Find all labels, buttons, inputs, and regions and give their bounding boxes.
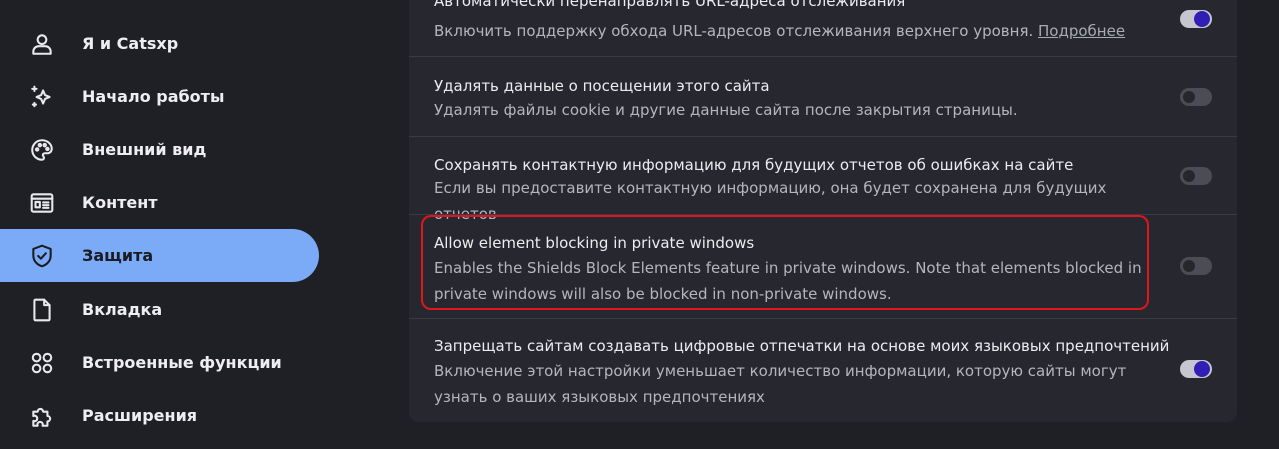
sidebar-item-label: Расширения <box>82 406 198 425</box>
shield-check-icon <box>29 243 55 269</box>
toggle-knob <box>1194 11 1210 27</box>
page-icon <box>29 297 55 323</box>
toggle-knob <box>1183 170 1195 182</box>
save-contact-info-toggle[interactable] <box>1180 167 1212 185</box>
learn-more-link[interactable]: Подробнее <box>1038 22 1125 40</box>
setting-description: Включение этой настройки уменьшает колич… <box>434 362 1127 406</box>
sidebar-item-label: Вкладка <box>82 300 163 319</box>
sidebar-item-security[interactable]: Защита <box>0 229 319 282</box>
sidebar-item-label: Защита <box>82 246 154 265</box>
sparkle-star-icon <box>29 84 55 110</box>
sidebar-item-tab[interactable]: Вкладка <box>0 283 319 336</box>
sidebar-item-builtin-features[interactable]: Встроенные функции <box>0 336 319 389</box>
sidebar-item-getting-started[interactable]: Начало работы <box>0 70 319 123</box>
redirect-tracking-toggle[interactable] <box>1180 10 1212 28</box>
palette-icon <box>29 137 55 163</box>
delete-site-data-toggle[interactable] <box>1180 88 1212 106</box>
toggle-knob <box>1183 91 1195 103</box>
sidebar-item-extensions[interactable]: Расширения <box>0 389 319 442</box>
sidebar-item-content[interactable]: Контент <box>0 176 319 229</box>
sidebar-item-appearance[interactable]: Внешний вид <box>0 123 319 176</box>
sidebar-item-label: Внешний вид <box>82 140 207 159</box>
article-icon <box>29 190 55 216</box>
setting-row-redirect-tracking: Автоматически перенаправлять URL-адреса … <box>409 0 1237 56</box>
sidebar: Я и Catsxp Начало работы Внешний вид Кон… <box>0 0 340 449</box>
sidebar-item-label: Контент <box>82 193 158 212</box>
sidebar-item-label: Начало работы <box>82 87 225 106</box>
setting-title: Удалять данные о посещении этого сайта <box>434 77 770 95</box>
setting-row-save-contact-info: Сохранять контактную информацию для буду… <box>409 137 1237 223</box>
setting-row-delete-site-data: Удалять данные о посещении этого сайта У… <box>409 57 1237 135</box>
setting-description: Включить поддержку обхода URL-адресов от… <box>434 22 1126 40</box>
setting-title: Автоматически перенаправлять URL-адреса … <box>434 0 906 10</box>
person-icon <box>29 31 55 57</box>
toggle-knob <box>1194 361 1210 377</box>
toggle-knob <box>1183 260 1195 272</box>
sidebar-item-label: Я и Catsxp <box>82 34 179 53</box>
language-fingerprinting-toggle[interactable] <box>1180 360 1212 378</box>
element-blocking-private-toggle[interactable] <box>1180 257 1212 275</box>
setting-title: Запрещать сайтам создавать цифровые отпе… <box>434 337 1170 355</box>
setting-description: Удалять файлы cookie и другие данные сай… <box>434 101 1018 119</box>
highlight-box <box>421 215 1149 310</box>
setting-row-language-fingerprinting: Запрещать сайтам создавать цифровые отпе… <box>409 319 1237 422</box>
apps-grid-icon <box>29 350 55 376</box>
setting-title: Сохранять контактную информацию для буду… <box>434 156 1074 174</box>
sidebar-item-profile[interactable]: Я и Catsxp <box>0 17 319 70</box>
sidebar-item-label: Встроенные функции <box>82 353 282 372</box>
puzzle-icon <box>29 403 55 429</box>
